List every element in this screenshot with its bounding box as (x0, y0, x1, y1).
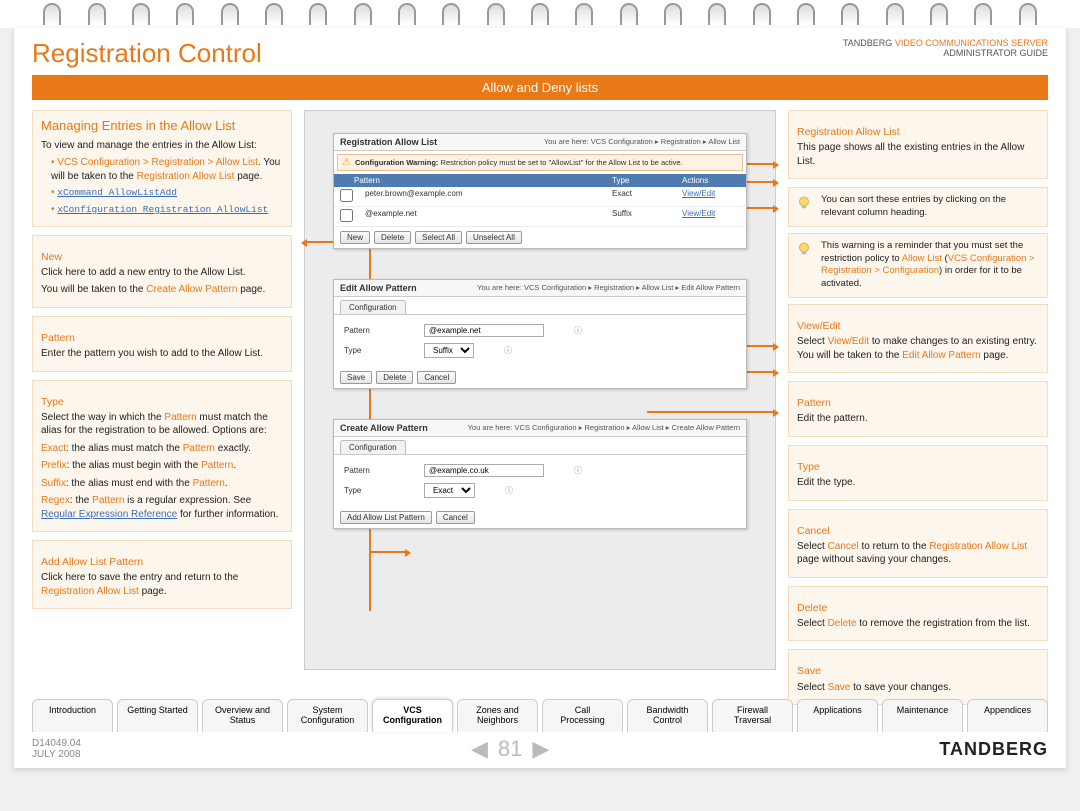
delete-button[interactable]: Delete (376, 371, 413, 384)
view-edit-link[interactable]: View/Edit (682, 189, 715, 198)
edit-allow-pattern-panel: Edit Allow Pattern You are here: VCS Con… (333, 279, 747, 389)
panel2-title: Edit Allow Pattern (340, 283, 417, 293)
brand-logo: TANDBERG (939, 739, 1048, 760)
tab-introduction[interactable]: Introduction (32, 699, 113, 732)
tab-maintenance[interactable]: Maintenance (882, 699, 963, 732)
tab-getting-started[interactable]: Getting Started (117, 699, 198, 732)
add-pattern-heading: Add Allow List Pattern (41, 555, 283, 569)
xcommand-link[interactable]: xCommand AllowListAdd (57, 187, 177, 198)
nav-path-item: VCS Configuration > Registration > Allow… (51, 156, 283, 183)
tab-system-config[interactable]: SystemConfiguration (287, 699, 368, 732)
pager: ◀ 81 ▶ (471, 736, 549, 762)
configuration-tab[interactable]: Configuration (340, 440, 406, 454)
delete-button[interactable]: Delete (374, 231, 411, 244)
tip-sort: You can sort these entries by clicking o… (788, 187, 1048, 227)
new-heading: New (41, 250, 283, 264)
warning-icon: ⚠ (342, 157, 351, 168)
config-warning: ⚠ Configuration Warning: Restriction pol… (337, 154, 743, 171)
screenshot-area: Registration Allow List You are here: VC… (304, 110, 776, 670)
left-heading: Managing Entries in the Allow List (41, 117, 283, 135)
registration-allow-list-panel: Registration Allow List You are here: VC… (333, 133, 747, 249)
bottom-nav: Introduction Getting Started Overview an… (32, 699, 1048, 732)
info-icon[interactable]: ⓘ (505, 485, 513, 496)
brand-subtitle: ADMINISTRATOR GUIDE (943, 48, 1048, 58)
header-brand: TANDBERG VIDEO COMMUNICATIONS SERVER ADM… (843, 38, 1048, 58)
info-icon[interactable]: ⓘ (574, 325, 582, 336)
save-button[interactable]: Save (340, 371, 372, 384)
panel3-breadcrumb: You are here: VCS Configuration ▸ Regist… (468, 423, 740, 433)
pattern-heading: Pattern (41, 331, 283, 345)
view-edit-heading: View/Edit (797, 319, 1039, 333)
r-type-heading: Type (797, 460, 1039, 474)
regex-reference-link[interactable]: Regular Expression Reference (41, 509, 177, 520)
brand-name: TANDBERG (843, 38, 895, 48)
right-heading: Registration Allow List (797, 125, 1039, 139)
spiral-binding (0, 0, 1080, 28)
next-page-icon[interactable]: ▶ (532, 736, 549, 762)
add-allow-list-pattern-button[interactable]: Add Allow List Pattern (340, 511, 432, 524)
tab-zones-neighbors[interactable]: Zones andNeighbors (457, 699, 538, 732)
r-pattern-heading: Pattern (797, 396, 1039, 410)
left-column: Managing Entries in the Allow List To vi… (32, 110, 292, 713)
xconfiguration-link[interactable]: xConfiguration Registration AllowList (57, 204, 268, 215)
panel1-breadcrumb: You are here: VCS Configuration ▸ Regist… (544, 137, 740, 147)
tab-firewall-traversal[interactable]: FirewallTraversal (712, 699, 793, 732)
pattern-text: Enter the pattern you wish to add to the… (41, 347, 283, 361)
cancel-heading: Cancel (797, 524, 1039, 538)
cancel-button[interactable]: Cancel (436, 511, 475, 524)
doc-date: JULY 2008 (32, 749, 81, 760)
type-heading: Type (41, 395, 283, 409)
page-number: 81 (498, 736, 522, 762)
new-text: Click here to add a new entry to the All… (41, 266, 283, 280)
prev-page-icon[interactable]: ◀ (471, 736, 488, 762)
tab-applications[interactable]: Applications (797, 699, 878, 732)
panel3-title: Create Allow Pattern (340, 423, 428, 433)
table-row: peter.brown@example.com Exact View/Edit (334, 187, 746, 207)
panel2-breadcrumb: You are here: VCS Configuration ▸ Regist… (477, 283, 740, 293)
tip-warning: This warning is a reminder that you must… (788, 233, 1048, 298)
tab-overview-status[interactable]: Overview andStatus (202, 699, 283, 732)
cancel-button[interactable]: Cancel (417, 371, 456, 384)
delete-heading: Delete (797, 601, 1039, 615)
page-title: Registration Control (32, 38, 262, 69)
save-heading: Save (797, 664, 1039, 678)
create-allow-pattern-panel: Create Allow Pattern You are here: VCS C… (333, 419, 747, 529)
footer: D14049.04 JULY 2008 ◀ 81 ▶ TANDBERG (32, 736, 1048, 762)
doc-id: D14049.04 (32, 738, 81, 749)
lightbulb-icon (795, 240, 815, 291)
table-row: @example.net Suffix View/Edit (334, 207, 746, 227)
left-intro: To view and manage the entries in the Al… (41, 139, 283, 153)
info-icon[interactable]: ⓘ (504, 345, 512, 356)
pattern-input[interactable] (424, 464, 544, 477)
table-header[interactable]: Pattern Type Actions (334, 174, 746, 187)
tab-vcs-config[interactable]: VCSConfiguration (372, 699, 453, 732)
info-icon[interactable]: ⓘ (574, 465, 582, 476)
row-checkbox[interactable] (340, 189, 353, 202)
page: Registration Control TANDBERG VIDEO COMM… (14, 28, 1066, 768)
view-edit-link[interactable]: View/Edit (682, 209, 715, 218)
unselect-all-button[interactable]: Unselect All (466, 231, 522, 244)
panel1-title: Registration Allow List (340, 137, 437, 147)
lightbulb-icon (795, 194, 815, 220)
new-button[interactable]: New (340, 231, 370, 244)
right-column: Registration Allow List This page shows … (788, 110, 1048, 713)
tab-bandwidth-control[interactable]: BandwidthControl (627, 699, 708, 732)
type-select[interactable]: Exact (424, 483, 475, 498)
select-all-button[interactable]: Select All (415, 231, 462, 244)
type-select[interactable]: Suffix (424, 343, 474, 358)
configuration-tab[interactable]: Configuration (340, 300, 406, 314)
section-bar: Allow and Deny lists (32, 75, 1048, 100)
row-checkbox[interactable] (340, 209, 353, 222)
tab-appendices[interactable]: Appendices (967, 699, 1048, 732)
brand-product: VIDEO COMMUNICATIONS SERVER (895, 38, 1048, 48)
tab-call-processing[interactable]: CallProcessing (542, 699, 623, 732)
pattern-input[interactable] (424, 324, 544, 337)
